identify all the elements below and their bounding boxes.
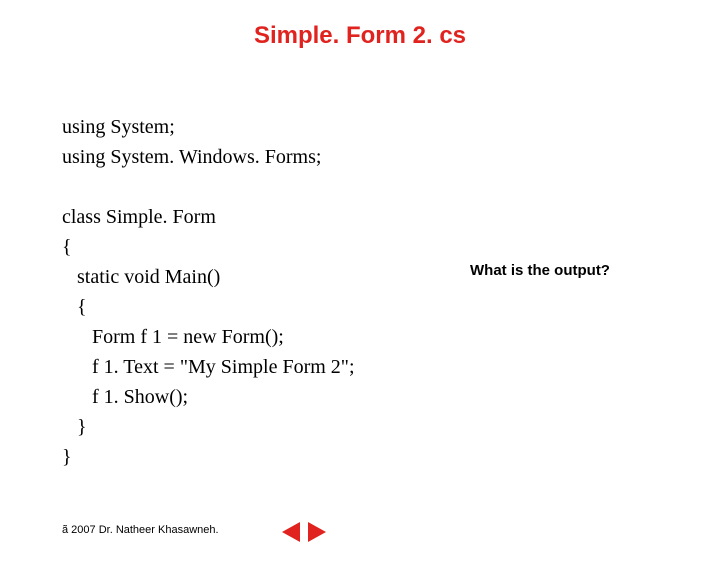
output-question: What is the output? [470, 262, 610, 279]
copyright-footer: ã 2007 Dr. Natheer Khasawneh. [62, 524, 219, 536]
code-block: using System; using System. Windows. For… [62, 112, 355, 472]
prev-arrow-icon[interactable] [282, 522, 300, 542]
next-arrow-icon[interactable] [308, 522, 326, 542]
nav-controls [282, 522, 326, 542]
slide-title: Simple. Form 2. cs [0, 22, 720, 50]
